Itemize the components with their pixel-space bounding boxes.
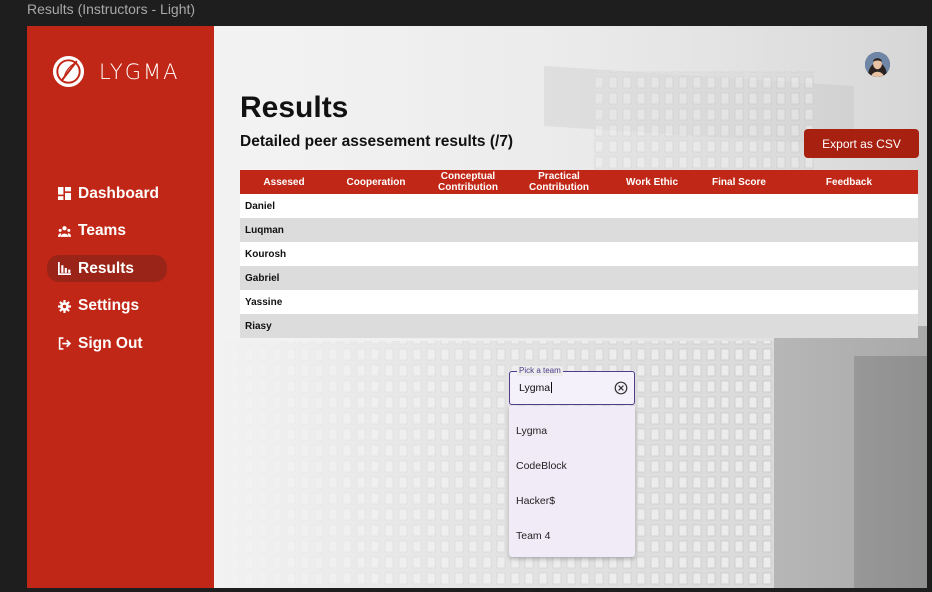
column-header[interactable]: Practical Contribution [512, 171, 606, 193]
frame-label: Results (Instructors - Light) [27, 1, 196, 17]
clear-icon[interactable] [614, 381, 628, 395]
text-cursor [550, 382, 552, 393]
table-header: Assesed Cooperation Conceptual Contribut… [240, 170, 918, 194]
sidebar-item-label: Dashboard [78, 184, 159, 202]
team-option[interactable]: Team 4 [509, 518, 635, 553]
export-csv-button[interactable]: Export as CSV [804, 129, 919, 158]
column-header[interactable]: Conceptual Contribution [424, 171, 512, 193]
brand-name: LYGMA [99, 59, 180, 84]
sidebar-item-settings[interactable]: Settings [47, 293, 167, 320]
gear-icon [58, 299, 71, 313]
team-options-list: Lygma CodeBlock Hacker$ Team 4 [509, 406, 635, 557]
sidebar-item-sign-out[interactable]: Sign Out [47, 330, 167, 357]
table-row[interactable]: Daniel [240, 194, 918, 218]
table-row[interactable]: Gabriel [240, 266, 918, 290]
table-row[interactable]: Yassine [240, 290, 918, 314]
sidebar-item-results[interactable]: Results [47, 255, 167, 282]
column-header[interactable]: Work Ethic [606, 177, 698, 188]
column-header[interactable]: Cooperation [328, 177, 424, 188]
main-content: Results Detailed peer assesement results… [214, 26, 927, 588]
results-table: Assesed Cooperation Conceptual Contribut… [240, 170, 918, 338]
sidebar: LYGMA Dashboard Teams Results Settings S… [27, 26, 214, 588]
team-picker-value[interactable]: Lygma [519, 382, 552, 394]
sidebar-item-label: Settings [78, 297, 140, 314]
page-subtitle: Detailed peer assesement results (/7) [240, 133, 514, 150]
team-option[interactable]: Hacker$ [509, 483, 635, 518]
team-picker: Pick a team Lygma Lygma CodeBlock Hacker… [509, 366, 635, 557]
sidebar-item-label: Results [78, 259, 134, 277]
sidebar-item-label: Teams [78, 222, 126, 239]
table-row[interactable]: Kourosh [240, 242, 918, 266]
sidebar-item-dashboard[interactable]: Dashboard [47, 180, 167, 207]
sign-out-icon [58, 337, 71, 350]
bar-chart-icon [58, 262, 71, 275]
team-option[interactable]: Lygma [509, 413, 635, 448]
teams-icon [58, 225, 71, 238]
dashboard-icon [58, 187, 71, 200]
team-picker-field[interactable]: Pick a team Lygma [509, 366, 635, 405]
sidebar-nav: Dashboard Teams Results Settings Sign Ou… [47, 180, 167, 368]
table-row[interactable]: Luqman [240, 218, 918, 242]
sidebar-item-teams[interactable]: Teams [47, 218, 167, 245]
logo-icon [52, 55, 85, 88]
team-option[interactable]: CodeBlock [509, 448, 635, 483]
brand-logo[interactable]: LYGMA [51, 54, 180, 89]
table-row[interactable]: Riasy [240, 314, 918, 338]
app-window: LYGMA Dashboard Teams Results Settings S… [27, 26, 927, 588]
column-header[interactable]: Final Score [698, 177, 780, 188]
user-avatar[interactable] [865, 52, 890, 77]
column-header[interactable]: Feedback [780, 177, 918, 188]
team-picker-label: Pick a team [517, 366, 563, 376]
page-title: Results [240, 91, 349, 124]
sidebar-item-label: Sign Out [78, 334, 143, 352]
column-header[interactable]: Assesed [240, 177, 328, 188]
